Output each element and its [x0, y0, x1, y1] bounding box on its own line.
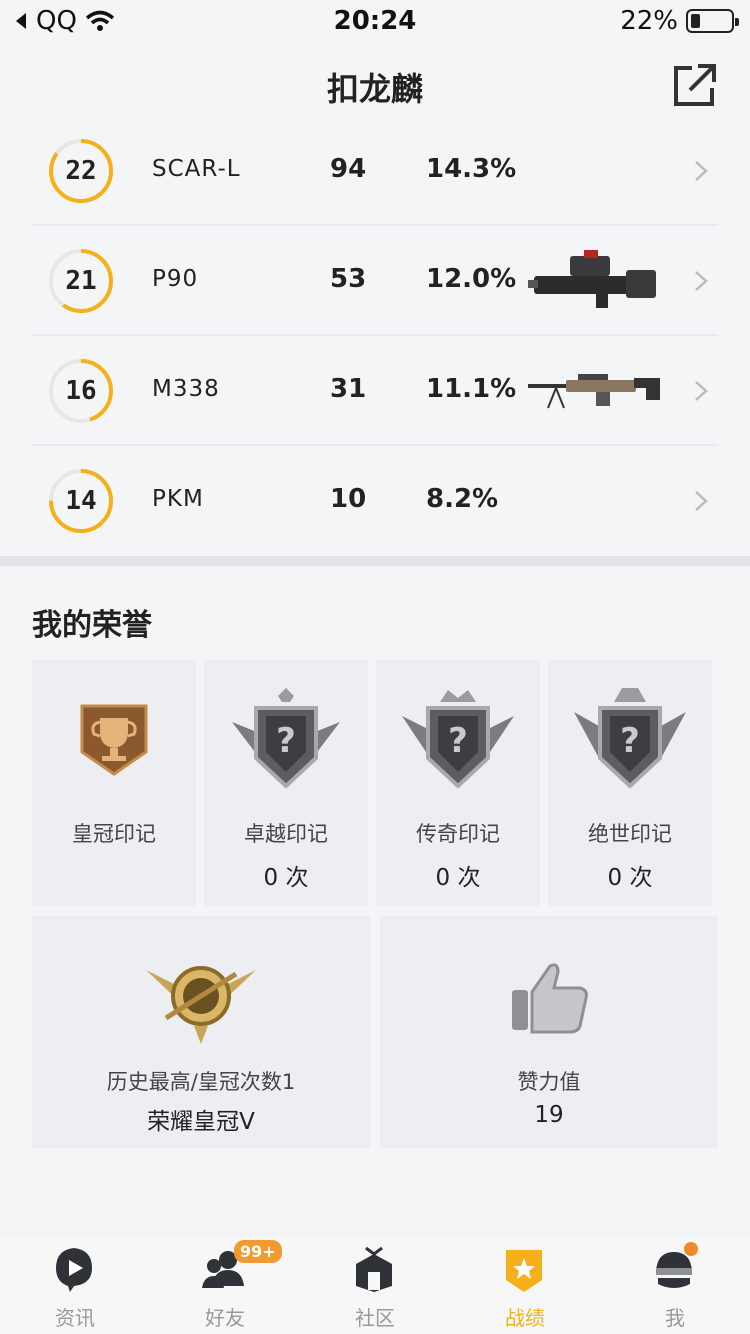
weapon-count: 94: [330, 154, 367, 184]
tab-friends-label: 好友: [205, 1306, 245, 1330]
likes-card[interactable]: 赞力值 19: [380, 916, 718, 1148]
rank-number: 16: [65, 376, 97, 406]
weapon-count: 10: [330, 484, 367, 514]
crown-tier-badge-icon: [146, 966, 256, 1044]
tab-news[interactable]: 资讯: [0, 1236, 150, 1334]
weapon-row[interactable]: 16 M338 31 11.1%: [32, 336, 718, 446]
weapon-row[interactable]: 22 SCAR-L 94 14.3%: [32, 116, 718, 226]
share-icon[interactable]: [672, 62, 718, 108]
community-icon: [356, 1246, 392, 1292]
locked-badge-icon: ?: [232, 688, 340, 789]
page-title: 扣龙麟: [326, 70, 423, 108]
peerless-mark-card[interactable]: ? 绝世印记 0 次: [548, 660, 712, 906]
rank-number: 22: [65, 156, 97, 186]
news-icon: [56, 1248, 92, 1292]
rank-ring: 14: [48, 468, 114, 534]
legend-mark-value: 0 次: [435, 865, 481, 891]
svg-text:?: ?: [276, 721, 296, 761]
profile-notification-dot: [684, 1242, 698, 1256]
tab-profile[interactable]: 我: [600, 1236, 750, 1334]
tab-community[interactable]: 社区: [300, 1236, 450, 1334]
chevron-right-icon: [695, 491, 708, 511]
status-bar: QQ 20:24 22%: [0, 0, 750, 44]
friends-badge: 99+: [234, 1240, 282, 1263]
m338-weapon-image: [528, 374, 660, 409]
weapon-percent: 11.1%: [426, 374, 517, 404]
honor-section-title: 我的荣誉: [32, 608, 152, 643]
record-icon: [506, 1250, 542, 1292]
weapon-list: 22 SCAR-L 94 14.3% 21 P90 53 12.0% 16 M3…: [32, 116, 718, 556]
tab-record-label: 战绩: [505, 1306, 545, 1330]
crown-mark-card[interactable]: 皇冠印记: [32, 660, 196, 906]
history-best-label: 历史最高/皇冠次数1: [106, 1070, 296, 1094]
excellence-mark-card[interactable]: ? 卓越印记 0 次: [204, 660, 368, 906]
locked-badge-icon: ?: [574, 688, 686, 789]
tab-friends[interactable]: 99+ 好友: [150, 1236, 300, 1334]
rank-number: 21: [65, 266, 97, 296]
weapon-name: SCAR-L: [152, 156, 241, 182]
p90-weapon-image: [528, 250, 656, 308]
weapon-count: 53: [330, 264, 367, 294]
weapon-row[interactable]: 21 P90 53 12.0%: [32, 226, 718, 336]
excellence-mark-label: 卓越印记: [244, 822, 328, 846]
tab-community-label: 社区: [355, 1306, 395, 1330]
weapon-count: 31: [330, 374, 367, 404]
locked-badge-icon: ?: [402, 690, 514, 789]
bottom-nav: 资讯 99+ 好友 社区 战绩 我: [0, 1236, 750, 1334]
chevron-right-icon: [695, 161, 708, 181]
trophy-badge-icon: [80, 704, 148, 776]
chevron-right-icon: [695, 381, 708, 401]
peerless-mark-label: 绝世印记: [588, 822, 672, 846]
rank-ring: 22: [48, 138, 114, 204]
legend-mark-card[interactable]: ? 传奇印记 0 次: [376, 660, 540, 906]
weapon-percent: 8.2%: [426, 484, 499, 514]
weapon-name: P90: [152, 266, 199, 292]
weapon-name: M338: [152, 376, 220, 402]
tab-profile-label: 我: [665, 1306, 685, 1330]
crown-mark-label: 皇冠印记: [72, 822, 156, 846]
weapon-name: PKM: [152, 486, 204, 512]
thumbs-up-icon: [512, 963, 588, 1034]
likes-label: 赞力值: [517, 1070, 581, 1094]
weapon-percent: 14.3%: [426, 154, 517, 184]
weapon-percent: 12.0%: [426, 264, 517, 294]
battery-icon: [686, 9, 739, 33]
excellence-mark-value: 0 次: [263, 865, 309, 891]
rank-ring: 16: [48, 358, 114, 424]
svg-text:?: ?: [448, 721, 468, 761]
weapon-row[interactable]: 14 PKM 10 8.2%: [32, 446, 718, 556]
svg-text:?: ?: [620, 721, 640, 761]
rank-number: 14: [65, 486, 97, 516]
section-divider: [0, 556, 750, 566]
history-best-value: 荣耀皇冠Ⅴ: [147, 1109, 255, 1135]
battery-percent: 22%: [620, 6, 678, 36]
likes-value: 19: [534, 1102, 564, 1128]
rank-ring: 21: [48, 248, 114, 314]
tab-record[interactable]: 战绩: [450, 1236, 600, 1334]
status-right: 22%: [620, 6, 739, 36]
tab-news-label: 资讯: [55, 1306, 95, 1330]
legend-mark-label: 传奇印记: [416, 822, 500, 846]
peerless-mark-value: 0 次: [607, 865, 653, 891]
history-best-card[interactable]: 历史最高/皇冠次数1 荣耀皇冠Ⅴ: [32, 916, 370, 1148]
chevron-right-icon: [695, 271, 708, 291]
